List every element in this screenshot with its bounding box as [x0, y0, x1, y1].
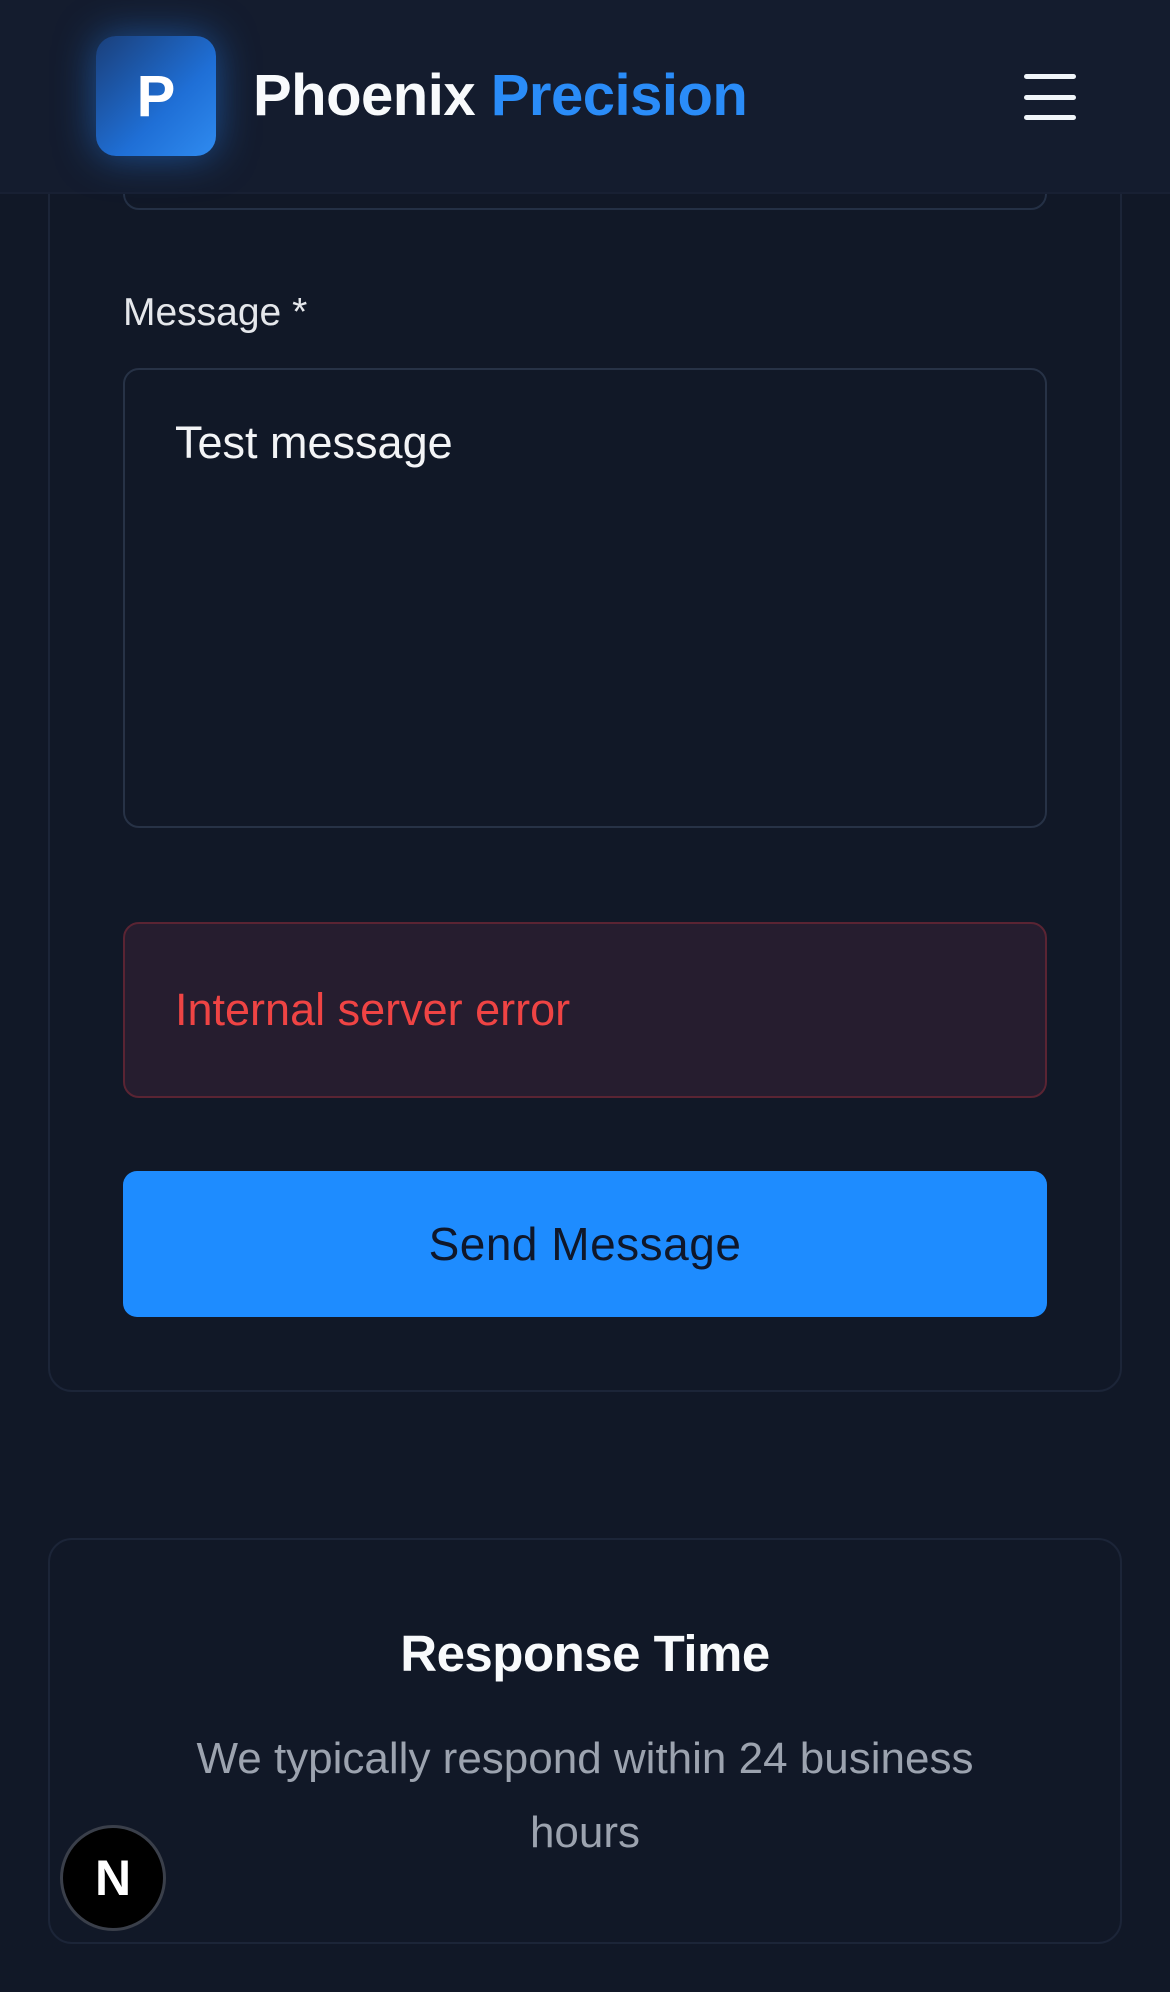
nextjs-devtools-icon[interactable]: N [60, 1825, 166, 1931]
message-label: Message * [123, 291, 308, 334]
site-header: P Phoenix Precision [0, 0, 1170, 194]
menu-bar-bottom [1024, 115, 1076, 120]
response-time-text: We typically respond within 24 business … [196, 1734, 974, 1857]
error-text: Internal server error [175, 984, 571, 1035]
brand-logo-letter: P [136, 63, 176, 129]
brand-name-word-2: Precision [490, 63, 748, 128]
nextjs-devtools-letter: N [94, 1850, 132, 1906]
brand-name-word-1: Phoenix [253, 63, 476, 128]
send-message-button[interactable]: Send Message [123, 1171, 1047, 1317]
response-time-title: Response Time [400, 1625, 770, 1682]
error-alert: Internal server error [123, 922, 1047, 1098]
menu-bar-top [1024, 74, 1076, 79]
hamburger-menu-icon[interactable] [1010, 66, 1090, 128]
menu-bar-middle [1024, 94, 1076, 100]
brand-name[interactable]: Phoenix Precision [253, 58, 748, 134]
brand-logo[interactable]: P [96, 36, 216, 156]
message-textarea[interactable]: Test message [123, 368, 1047, 828]
message-textarea-value: Test message [175, 417, 453, 468]
send-message-button-label: Send Message [428, 1218, 742, 1270]
